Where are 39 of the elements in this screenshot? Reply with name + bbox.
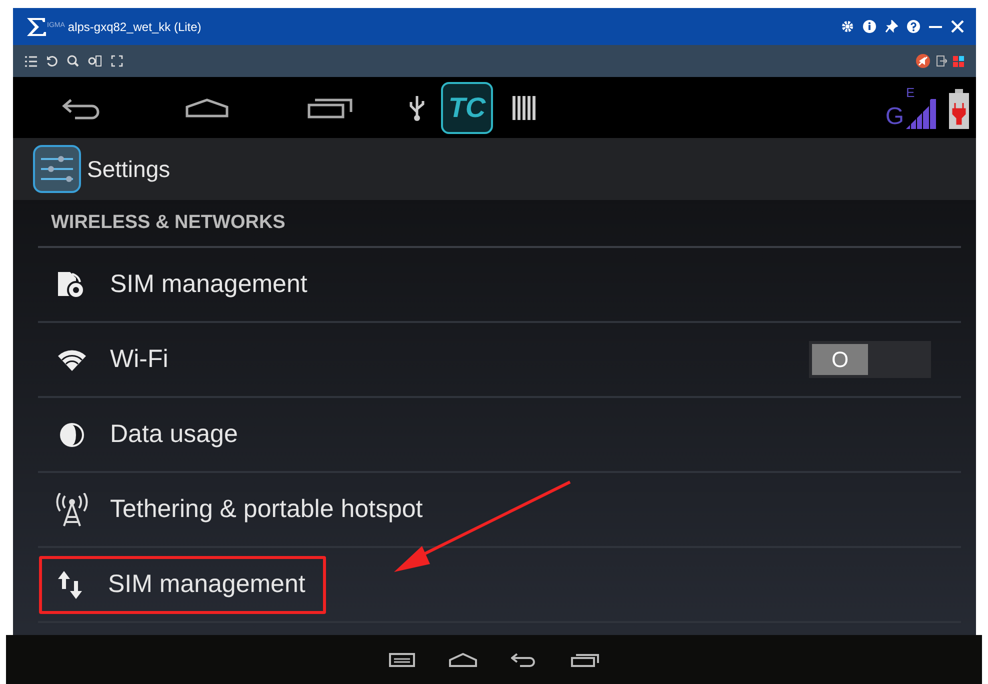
home-icon[interactable] <box>185 98 229 118</box>
battery-charging-icon <box>948 89 970 129</box>
sigma-logo-icon <box>25 16 47 36</box>
recent-apps-icon[interactable] <box>571 652 599 666</box>
data-type: E <box>906 86 915 99</box>
pie-chart-icon <box>58 420 86 448</box>
settings-item[interactable]: Tethering & portable hotspot <box>41 480 441 538</box>
info-icon[interactable] <box>863 20 876 33</box>
rotate-icon[interactable] <box>46 55 58 67</box>
settings-icon[interactable] <box>841 20 854 33</box>
menu-icon[interactable] <box>389 652 415 666</box>
grid-icon[interactable] <box>953 56 964 66</box>
list-icon[interactable] <box>25 56 37 66</box>
settings-app-icon[interactable] <box>33 145 81 193</box>
settings-item-highlighted[interactable]: SIM management <box>39 556 326 614</box>
back-icon[interactable] <box>511 652 537 666</box>
export-icon[interactable] <box>936 55 947 67</box>
screen-title: Settings <box>87 154 170 184</box>
settings-item[interactable]: Wi-Fi <box>41 330 186 388</box>
recent-apps-icon[interactable] <box>307 96 353 118</box>
mute-icon[interactable] <box>916 54 930 68</box>
barcode-icon <box>511 94 537 122</box>
antenna-tower-icon <box>54 492 90 526</box>
network-type: G <box>885 105 904 129</box>
app-badge: TC <box>441 82 493 134</box>
window-title: alps-gxq82_wet_kk (Lite) <box>68 18 202 36</box>
usb-icon <box>409 94 425 122</box>
help-icon[interactable] <box>907 20 920 33</box>
pin-icon[interactable] <box>885 20 898 33</box>
zoom-icon[interactable] <box>67 55 79 67</box>
home-icon[interactable] <box>449 652 477 666</box>
section-header: WIRELESS & NETWORKS <box>38 200 961 248</box>
up-down-arrows-icon <box>56 570 84 600</box>
wifi-switch[interactable]: O <box>809 341 931 378</box>
settings-item[interactable]: Data usage <box>41 406 256 464</box>
fullscreen-icon[interactable] <box>111 55 123 67</box>
settings-item[interactable]: SIM management <box>41 256 326 314</box>
close-icon[interactable] <box>951 20 964 33</box>
wifi-icon <box>57 348 87 372</box>
